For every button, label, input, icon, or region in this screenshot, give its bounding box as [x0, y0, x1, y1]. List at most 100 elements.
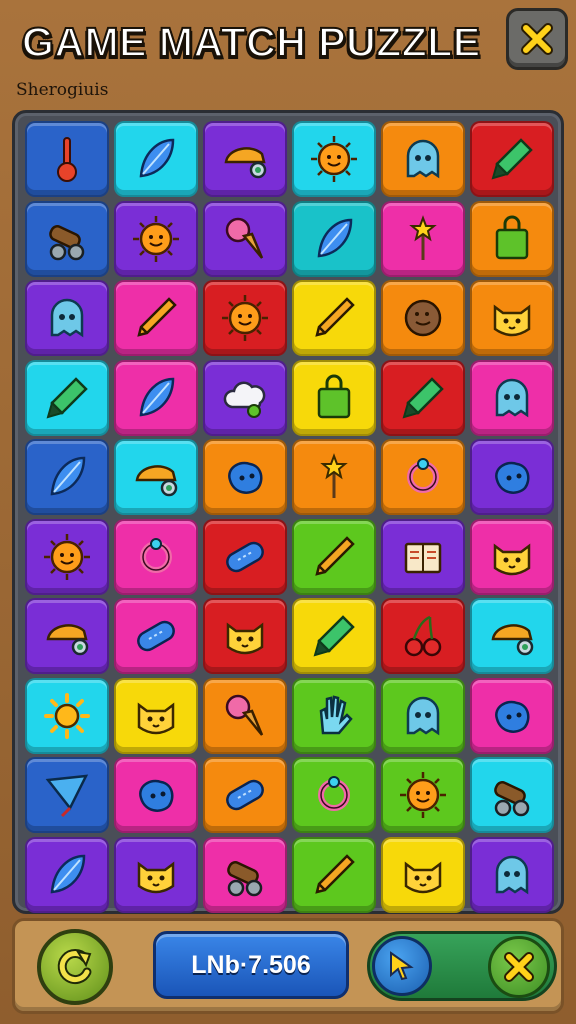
- leaf-icon: [139, 138, 175, 178]
- tile-r8-c2[interactable]: [114, 677, 198, 754]
- tile-r10-c5[interactable]: [381, 836, 465, 913]
- tile-r6-c1[interactable]: [25, 518, 109, 595]
- wand-icon: [409, 214, 437, 260]
- tile-r8-c4[interactable]: [292, 677, 376, 754]
- tile-r7-c4[interactable]: [292, 598, 376, 674]
- leaf-icon: [317, 218, 353, 257]
- bag-icon: [495, 215, 529, 259]
- ring-icon: [407, 458, 439, 493]
- blob-icon: [495, 461, 530, 494]
- tile-r10-c4[interactable]: [292, 836, 376, 913]
- tile-r9-c2[interactable]: [114, 757, 198, 833]
- tile-r5-c4[interactable]: [292, 439, 376, 515]
- ghost-icon: [495, 855, 529, 894]
- tile-r7-c2[interactable]: [114, 598, 198, 674]
- tile-r9-c4[interactable]: [292, 757, 376, 833]
- hat-icon: [46, 624, 89, 656]
- tile-r4-c3[interactable]: [203, 359, 287, 436]
- tile-r4-c2[interactable]: [114, 359, 198, 436]
- pencil-icon: [315, 297, 355, 337]
- tile-r2-c6[interactable]: [470, 200, 554, 277]
- tile-r5-c6[interactable]: [470, 439, 554, 515]
- tile-r3-c1[interactable]: [25, 280, 109, 356]
- close-button[interactable]: [506, 8, 568, 70]
- tile-r6-c3[interactable]: [203, 518, 287, 595]
- tile-r1-c6[interactable]: [470, 121, 554, 197]
- tile-r8-c5[interactable]: [381, 677, 465, 754]
- tile-r3-c4[interactable]: [292, 280, 376, 356]
- leaf-icon: [50, 456, 86, 496]
- tile-r6-c6[interactable]: [470, 518, 554, 595]
- close-x-icon: [521, 23, 553, 55]
- cat-face-icon: [493, 543, 531, 575]
- tile-r1-c3[interactable]: [203, 121, 287, 197]
- refresh-icon: [57, 949, 92, 985]
- ring-icon: [318, 776, 350, 811]
- blob-icon: [139, 779, 174, 812]
- marker-icon: [402, 376, 444, 418]
- cat-face-icon: [137, 702, 175, 734]
- tile-r5-c1[interactable]: [25, 439, 109, 515]
- tile-r5-c3[interactable]: [203, 439, 287, 515]
- tile-r3-c5[interactable]: [381, 280, 465, 356]
- cloud-icon: [223, 381, 266, 418]
- hint-button[interactable]: [372, 936, 432, 996]
- tile-r3-c3[interactable]: [203, 280, 287, 356]
- tile-r10-c3[interactable]: [203, 836, 287, 913]
- tile-r9-c1[interactable]: [25, 757, 109, 833]
- pencil-icon: [315, 853, 355, 894]
- tile-r7-c1[interactable]: [25, 598, 109, 674]
- tile-r5-c5[interactable]: [381, 439, 465, 515]
- tile-r1-c2[interactable]: [114, 121, 198, 197]
- tile-r2-c5[interactable]: [381, 200, 465, 277]
- ghost-icon: [406, 696, 440, 735]
- cat-face-icon: [493, 304, 531, 337]
- cannon-icon: [227, 860, 263, 896]
- marker-icon: [491, 138, 533, 180]
- tile-r3-c2[interactable]: [114, 280, 198, 356]
- tile-r6-c4[interactable]: [292, 518, 376, 595]
- tile-r7-c6[interactable]: [470, 598, 554, 674]
- refresh-button[interactable]: [37, 929, 113, 1005]
- tile-r4-c6[interactable]: [470, 359, 554, 436]
- bag-icon: [317, 374, 351, 418]
- tile-r8-c6[interactable]: [470, 677, 554, 754]
- book-icon: [404, 542, 442, 573]
- tile-r9-c5[interactable]: [381, 757, 465, 833]
- pencil-icon: [315, 535, 355, 576]
- tile-r10-c6[interactable]: [470, 836, 554, 913]
- tile-r6-c5[interactable]: [381, 518, 465, 595]
- tile-r4-c1[interactable]: [25, 359, 109, 436]
- tile-r7-c3[interactable]: [203, 598, 287, 674]
- tile-r2-c3[interactable]: [203, 200, 287, 277]
- close-x-icon: [504, 952, 534, 982]
- tile-r7-c5[interactable]: [381, 598, 465, 674]
- tile-r1-c4[interactable]: [292, 121, 376, 197]
- tile-r4-c4[interactable]: [292, 359, 376, 436]
- tile-r1-c1[interactable]: [25, 121, 109, 197]
- tile-r6-c2[interactable]: [114, 518, 198, 595]
- tile-r2-c1[interactable]: [25, 200, 109, 277]
- ice-cream-icon: [225, 694, 264, 736]
- marker-icon: [313, 615, 355, 657]
- tile-r2-c4[interactable]: [292, 200, 376, 277]
- cat-face-icon: [137, 861, 175, 893]
- score-display: LNb·7.506: [153, 931, 349, 999]
- tile-r8-c1[interactable]: [25, 677, 109, 754]
- tile-r3-c6[interactable]: [470, 280, 554, 356]
- cancel-button[interactable]: [488, 936, 550, 998]
- tile-r9-c3[interactable]: [203, 757, 287, 833]
- tile-r10-c1[interactable]: [25, 836, 109, 913]
- blob-icon: [495, 700, 530, 733]
- ghost-icon: [406, 139, 440, 179]
- tile-r8-c3[interactable]: [203, 677, 287, 754]
- sun-face-icon: [133, 215, 179, 262]
- tile-r10-c2[interactable]: [114, 836, 198, 913]
- tile-r4-c5[interactable]: [381, 359, 465, 436]
- tile-r1-c5[interactable]: [381, 121, 465, 197]
- tile-r5-c2[interactable]: [114, 439, 198, 515]
- tile-r9-c6[interactable]: [470, 757, 554, 833]
- tile-r2-c2[interactable]: [114, 200, 198, 277]
- wand-icon: [320, 453, 348, 498]
- sun-icon: [44, 692, 90, 739]
